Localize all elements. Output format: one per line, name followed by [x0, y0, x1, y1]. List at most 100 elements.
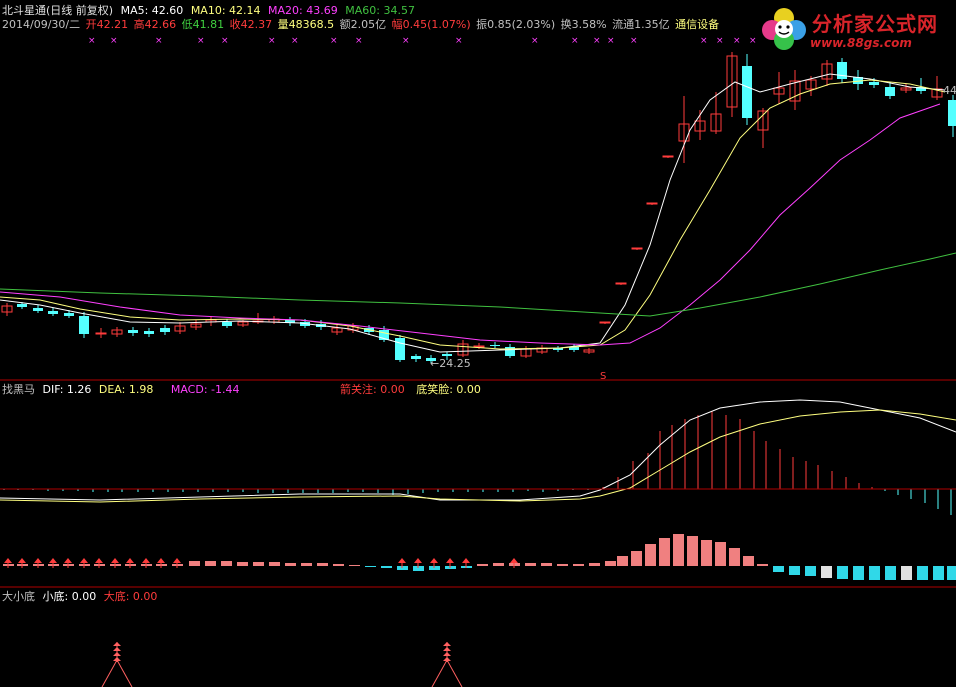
- indicator-bar: [933, 566, 944, 580]
- top-marker-icon: ×: [607, 36, 615, 46]
- indicator-bar: [789, 566, 800, 575]
- candle-body: [615, 282, 627, 285]
- indicator-bar: [253, 562, 264, 566]
- indicator-bar: [301, 563, 312, 566]
- ma60-line: [0, 252, 956, 317]
- candle-body: [79, 316, 89, 334]
- quote-high: 高42.66: [133, 18, 177, 31]
- top-marker-icon: ×: [630, 36, 638, 46]
- indicator-bar: [525, 563, 536, 566]
- indicator-bar: [821, 566, 832, 578]
- smile-label: 底笑脸: 0.00: [416, 383, 481, 396]
- up-arrow-icon: [157, 558, 165, 563]
- panel-separators: [0, 379, 956, 588]
- indicator-bar: [381, 566, 392, 568]
- candle-body: [144, 331, 154, 334]
- candle-body: [646, 202, 658, 205]
- watermark-url: www.88gs.com: [810, 36, 912, 50]
- candle-body: [33, 308, 43, 311]
- ma60-label: MA60: 34.57: [345, 4, 415, 17]
- bottom-header: 大小底 小底: 0.00 大底: 0.00: [2, 590, 161, 603]
- indicator-bar: [853, 566, 864, 580]
- candle-body: [442, 354, 452, 356]
- big-bottom-label: 大底: 0.00: [103, 590, 158, 603]
- low-price-value: 24.25: [439, 357, 471, 370]
- indicator-bar: [917, 566, 928, 580]
- indicator-bar: [645, 544, 656, 566]
- up-arrow-icon: [111, 558, 119, 563]
- top-marker-icon: ×: [571, 36, 579, 46]
- indicator-bar: [673, 534, 684, 566]
- quote-turnover: 换3.58%: [560, 18, 607, 31]
- indicator-bar: [589, 563, 600, 566]
- header-row: 北斗星通(日线 前复权) MA5: 42.60 MA10: 42.14 MA20…: [2, 4, 419, 17]
- up-arrow-icon: [126, 558, 134, 563]
- indicator-bar: [493, 563, 504, 566]
- ma20-label: MA20: 43.69: [268, 4, 338, 17]
- indicator-bar: [885, 566, 896, 580]
- indicator-bar: [743, 556, 754, 566]
- indicator-bars: [3, 534, 956, 580]
- up-arrow-icon: [18, 558, 26, 563]
- indicator-bar: [365, 566, 376, 567]
- up-arrow-icon: [430, 558, 438, 563]
- top-marker-icon: ×: [749, 36, 757, 46]
- candle-body: [837, 62, 847, 79]
- bottom-signal-triangle: [431, 658, 463, 687]
- quote-industry: 通信设备: [675, 18, 720, 31]
- top-marker-icon: ×: [221, 36, 229, 46]
- candle-body: [599, 321, 611, 324]
- candle-body: [662, 155, 674, 158]
- quote-low: 低41.81: [181, 18, 225, 31]
- indicator-bar: [605, 561, 616, 566]
- top-marker-icon: ×: [733, 36, 741, 46]
- quote-row: 2014/09/30/二 开42.21 高42.66 低41.81 收42.37…: [2, 18, 723, 31]
- quote-amplitude: 振0.85(2.03%): [476, 18, 556, 31]
- candle-body: [395, 338, 405, 360]
- candle-body: [948, 100, 956, 126]
- indicator-bar: [333, 564, 344, 566]
- quote-open: 开42.21: [85, 18, 129, 31]
- stock-chart[interactable]: × × × × × × × × × × × × × × × × × × × ×: [0, 0, 956, 687]
- low-price-label: ←24.25: [430, 357, 471, 370]
- top-marker-icon: ×: [455, 36, 463, 46]
- candle-body: [885, 87, 895, 96]
- quote-volume: 量48368.5: [277, 18, 335, 31]
- indicator-bar: [631, 551, 642, 566]
- quote-change: 幅0.45(1.07%): [391, 18, 471, 31]
- quote-close: 收42.37: [229, 18, 273, 31]
- quote-date: 2014/09/30/二: [2, 18, 81, 31]
- indicator-bar: [687, 536, 698, 566]
- macd-panel-chart: [0, 399, 956, 515]
- stock-title: 北斗星通(日线 前复权): [2, 4, 114, 17]
- up-arrow-icon: [510, 558, 518, 563]
- top-marker-icon: ×: [716, 36, 724, 46]
- indicator-bar: [205, 561, 216, 566]
- up-arrow-icon: [34, 558, 42, 563]
- indicator-bar: [805, 566, 816, 576]
- top-marker-icon: ×: [355, 36, 363, 46]
- bottom-signals: [101, 642, 463, 687]
- indicator-bar: [901, 566, 912, 580]
- top-marker-icon: ×: [291, 36, 299, 46]
- candlestick-series: × × × × × × × × × × × × × × × × × × × ×: [1, 36, 956, 363]
- macd-label: MACD: -1.44: [170, 383, 240, 396]
- dea-label: DEA: 1.98: [98, 383, 154, 396]
- indicator-bar: [189, 561, 200, 566]
- flower-logo-icon: [762, 8, 806, 50]
- top-marker-icon: ×: [110, 36, 118, 46]
- focus-label: 箭关注: 0.00: [340, 383, 405, 396]
- candle-body: [742, 66, 752, 118]
- top-marker-icon: ×: [531, 36, 539, 46]
- quote-float: 流通1.35亿: [612, 18, 670, 31]
- indicator-bar: [221, 561, 232, 566]
- indicator-bar: [729, 548, 740, 566]
- candle-body: [17, 304, 27, 307]
- candle-body: [128, 330, 138, 333]
- right-price-label: 44: [943, 84, 956, 97]
- indicator-bar: [269, 562, 280, 566]
- macd-header: 找黑马 DIF: 1.26 DEA: 1.98 MACD: -1.44: [2, 383, 243, 396]
- ma20-line: [0, 103, 941, 346]
- top-marker-icon: ×: [155, 36, 163, 46]
- indicator-bar: [701, 540, 712, 566]
